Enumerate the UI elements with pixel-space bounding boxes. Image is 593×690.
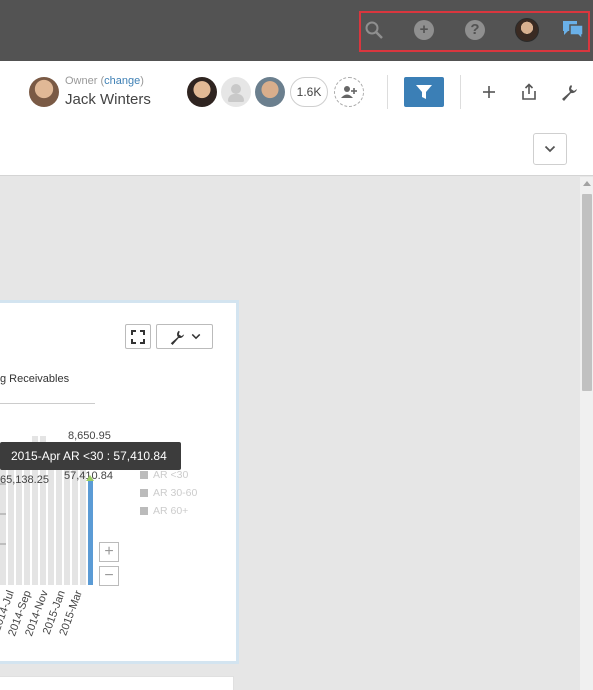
owner-name[interactable]: Jack Winters xyxy=(65,91,151,108)
legend-item-ar-lt30[interactable]: AR <30 xyxy=(140,469,188,481)
chart-tooltip: 2015-Apr AR <30 : 57,410.84 xyxy=(0,442,181,470)
add-icon[interactable] xyxy=(478,81,500,103)
expand-chart-button[interactable] xyxy=(125,324,151,349)
chart-settings-button[interactable] xyxy=(156,324,213,349)
wrench-icon[interactable] xyxy=(558,81,580,103)
members-count-badge[interactable]: 1.6K xyxy=(290,77,328,107)
more-dropdown-button[interactable] xyxy=(533,133,567,165)
zoom-in-button[interactable]: + xyxy=(99,542,119,562)
legend-label: AR 60+ xyxy=(153,505,189,517)
chart-title-underline xyxy=(0,403,95,404)
x-axis-tick-labels: 2014-Jul2014-Sep2014-Nov2015-Jan2015-Mar xyxy=(0,588,85,637)
member-avatar[interactable] xyxy=(187,77,217,107)
member-avatar[interactable] xyxy=(255,77,285,107)
add-circle-icon[interactable]: + xyxy=(412,18,436,42)
share-icon[interactable] xyxy=(518,81,540,103)
add-glyph: + xyxy=(414,20,434,40)
filter-icon xyxy=(416,85,432,99)
chart-bar-highlighted[interactable] xyxy=(88,481,93,585)
owner-label: Owner (change) xyxy=(65,75,144,87)
help-glyph: ? xyxy=(465,20,485,40)
legend-label: AR 30-60 xyxy=(153,487,198,499)
chart-bar[interactable] xyxy=(48,450,54,585)
record-header: Owner (change) Jack Winters 1.6K xyxy=(0,61,593,124)
user-avatar[interactable] xyxy=(515,18,539,42)
owner-avatar[interactable] xyxy=(29,77,59,107)
chart-bar[interactable] xyxy=(16,450,22,585)
legend-item-ar-30-60[interactable]: AR 30-60 xyxy=(140,487,197,499)
member-avatar-placeholder[interactable] xyxy=(221,77,251,107)
owner-label-text: Owner xyxy=(65,75,98,87)
chart-bar[interactable] xyxy=(0,450,6,585)
next-card xyxy=(0,676,234,690)
chart-bar[interactable] xyxy=(56,450,62,585)
add-person-icon xyxy=(341,86,357,98)
data-label-mid: 65,138.25 xyxy=(0,474,49,486)
wrench-icon xyxy=(170,330,184,345)
scrollbar-thumb[interactable] xyxy=(582,194,592,391)
legend-swatch xyxy=(140,471,148,479)
add-member-button[interactable] xyxy=(334,77,364,107)
chevron-down-icon xyxy=(544,145,556,153)
legend-swatch xyxy=(140,489,148,497)
filter-button[interactable] xyxy=(404,77,444,107)
fullscreen-icon xyxy=(131,329,145,344)
chat-icon[interactable] xyxy=(561,18,585,42)
sub-toolbar xyxy=(0,124,593,176)
legend-label: AR <30 xyxy=(153,469,189,481)
legend-swatch xyxy=(140,507,148,515)
zoom-out-button[interactable]: − xyxy=(99,566,119,586)
search-icon[interactable] xyxy=(362,18,386,42)
header-divider xyxy=(460,75,461,109)
scroll-up-arrow-icon[interactable] xyxy=(583,181,591,186)
legend-item-ar-60plus[interactable]: AR 60+ xyxy=(140,505,188,517)
chart-title: g Receivables xyxy=(0,373,70,385)
change-owner-link[interactable]: change xyxy=(104,75,140,87)
chart-bar[interactable] xyxy=(8,450,14,585)
global-top-bar: + ? xyxy=(0,0,593,61)
chart-bar[interactable] xyxy=(24,450,30,585)
help-icon[interactable]: ? xyxy=(463,18,487,42)
chevron-down-icon xyxy=(191,333,200,340)
data-label-top: 8,650.95 xyxy=(68,430,111,442)
header-divider xyxy=(387,75,388,109)
